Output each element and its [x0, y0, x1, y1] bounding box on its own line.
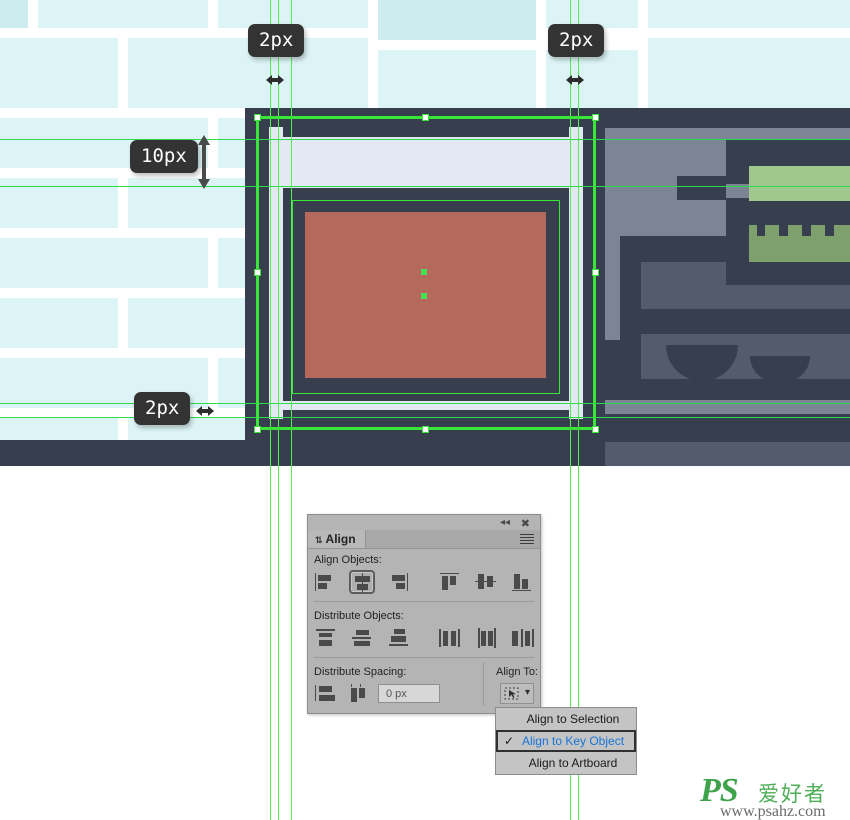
dropdown-item-align-to-key-object[interactable]: ✓ Align to Key Object [496, 730, 636, 752]
brick [648, 0, 850, 28]
panel-menu-icon[interactable] [520, 534, 534, 546]
panel-divider [314, 657, 534, 658]
brick [378, 50, 536, 108]
distribute-objects-label: Distribute Objects: [314, 610, 404, 622]
grass-notch [825, 225, 834, 236]
brick [648, 58, 850, 108]
panel-tab-row[interactable]: ⇅ Align [308, 530, 540, 549]
vertical-distribute-top-button[interactable] [313, 626, 339, 650]
selection-handle-ml[interactable] [254, 269, 261, 276]
brick [0, 0, 28, 28]
align-to-dropdown-menu[interactable]: Align to Selection ✓ Align to Key Object… [495, 707, 637, 775]
spacing-value-input[interactable]: 0 px [378, 684, 440, 703]
plant-leaf-shape [749, 166, 850, 201]
horizontal-distribute-right-button[interactable] [509, 626, 535, 650]
center-anchor-point[interactable] [421, 269, 427, 275]
measurement-label-bottom: 2px [134, 392, 191, 425]
selection-handle-br[interactable] [592, 426, 599, 433]
screenshot-root: 2px 2px 10px 2px ◂◂ ✖ ⇅ Align Align Objec… [0, 0, 850, 820]
dropdown-item-align-to-artboard[interactable]: Align to Artboard [496, 752, 636, 774]
horizontal-double-arrow-icon [266, 75, 284, 85]
center-anchor-point[interactable] [421, 293, 427, 299]
dropdown-item-align-to-selection[interactable]: Align to Selection [496, 708, 636, 730]
align-objects-label: Align Objects: [314, 554, 382, 566]
measurement-label-top-left: 2px [248, 24, 305, 57]
brick [0, 298, 118, 348]
checkmark-icon: ✓ [504, 734, 515, 748]
horizontal-double-arrow-icon [196, 406, 214, 416]
horizontal-double-arrow-icon [566, 75, 584, 85]
vertical-align-bottom-button[interactable] [509, 570, 535, 594]
horizontal-distribute-center-button[interactable] [473, 626, 499, 650]
panel-title-bar[interactable]: ◂◂ ✖ [308, 515, 540, 530]
vertical-double-arrow-icon [198, 135, 210, 189]
distribute-spacing-label: Distribute Spacing: [314, 666, 407, 678]
brick [128, 58, 368, 108]
vertical-distribute-bottom-button[interactable] [386, 626, 412, 650]
brick [378, 0, 536, 40]
measurement-label-top-right: 2px [548, 24, 605, 57]
brick [546, 58, 638, 108]
measurement-label-left: 10px [130, 140, 198, 173]
updown-caret-icon: ⇅ [315, 535, 323, 545]
horizontal-align-center-button[interactable] [349, 570, 375, 594]
dropdown-item-label: Align to Selection [526, 712, 620, 726]
vertical-align-center-button[interactable] [473, 570, 499, 594]
vertical-distribute-center-button[interactable] [349, 626, 375, 650]
selection-handle-tr[interactable] [592, 114, 599, 121]
watermark: PS 爱好者 www.psahz.com [700, 772, 845, 820]
selection-handle-tc[interactable] [422, 114, 429, 121]
watermark-url: www.psahz.com [720, 803, 826, 820]
vertical-align-top-button[interactable] [437, 570, 463, 594]
selection-handle-tl[interactable] [254, 114, 261, 121]
align-to-label: Align To: [496, 666, 538, 678]
cabinet-cut [677, 176, 726, 200]
tab-align-label: Align [325, 532, 356, 546]
panel-divider [314, 601, 534, 602]
horizontal-align-left-button[interactable] [313, 570, 339, 594]
grass-notch [757, 225, 765, 236]
align-to-key-object-icon [504, 687, 519, 700]
dropdown-item-label: Align to Key Object [521, 734, 625, 748]
horizontal-align-right-button[interactable] [386, 570, 412, 594]
selection-handle-bl[interactable] [254, 426, 261, 433]
tab-align[interactable]: ⇅ Align [308, 530, 366, 548]
chevron-down-icon: ▾ [524, 687, 530, 698]
align-to-button[interactable]: ▾ [500, 683, 534, 704]
brick [0, 238, 208, 288]
counter-base [605, 442, 850, 466]
collapse-icon[interactable]: ◂◂ [500, 517, 510, 528]
grass-notch [779, 225, 788, 236]
horizontal-distribute-left-button[interactable] [437, 626, 463, 650]
brick [0, 58, 118, 108]
grass-notch [802, 225, 811, 236]
brick [38, 0, 208, 28]
shelf-upper-cut [726, 262, 850, 285]
panel-divider-vertical [483, 662, 484, 706]
horizontal-distribute-spacing-button[interactable] [348, 682, 374, 706]
dropdown-item-label: Align to Artboard [528, 756, 618, 770]
selection-handle-bc[interactable] [422, 426, 429, 433]
vertical-distribute-spacing-button[interactable] [313, 682, 339, 706]
close-icon[interactable]: ✖ [521, 517, 530, 530]
selection-handle-mr[interactable] [592, 269, 599, 276]
